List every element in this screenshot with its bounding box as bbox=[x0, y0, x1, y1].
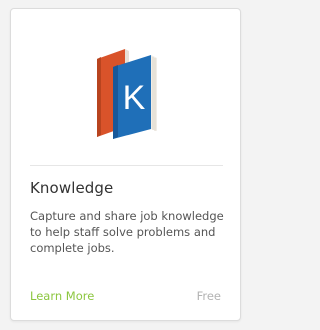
learn-more-link[interactable]: Learn More bbox=[30, 289, 94, 303]
card-description: Capture and share job knowledge to help … bbox=[30, 209, 224, 255]
card-title: Knowledge bbox=[30, 179, 114, 197]
app-logo: K bbox=[11, 9, 240, 164]
divider bbox=[30, 165, 223, 166]
book-letter: K bbox=[123, 79, 146, 117]
knowledge-book-icon: K bbox=[97, 49, 157, 139]
price-label: Free bbox=[196, 289, 221, 303]
app-card-knowledge[interactable]: K Knowledge Capture and share job knowle… bbox=[10, 8, 241, 321]
